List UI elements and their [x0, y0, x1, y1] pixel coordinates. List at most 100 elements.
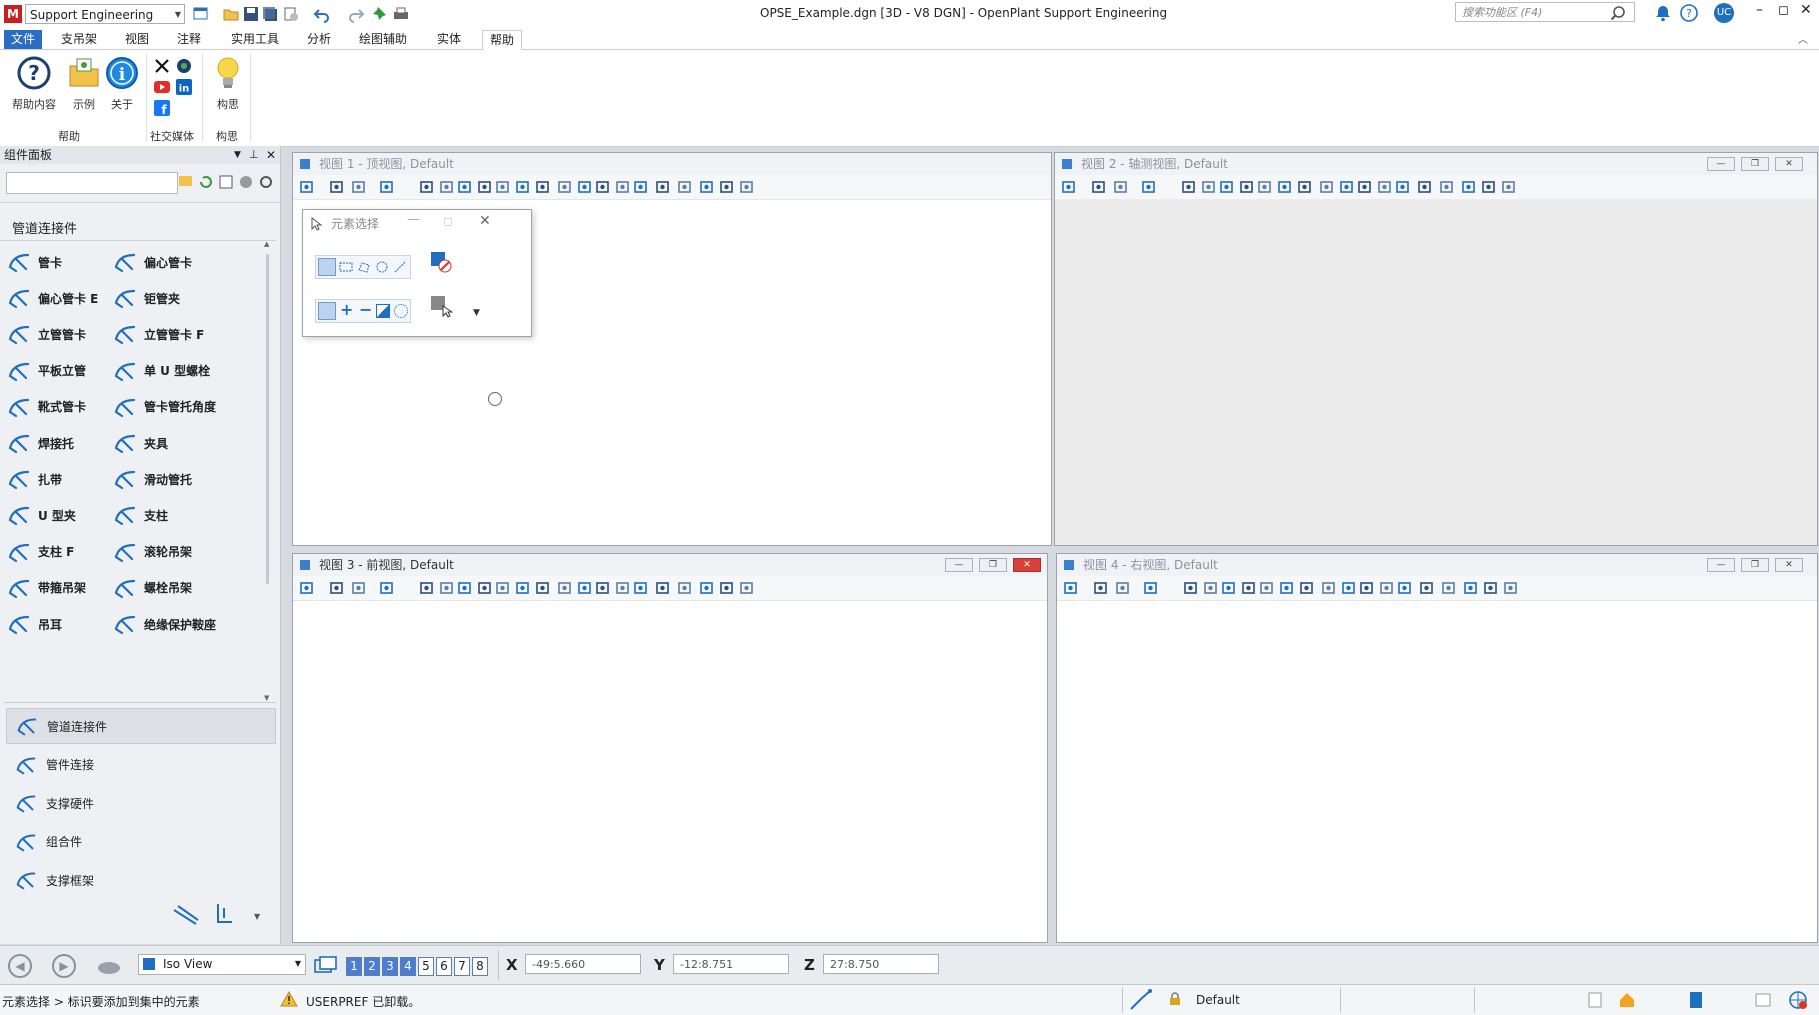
menu-solids[interactable]: 实体: [430, 30, 468, 49]
display-icon[interactable]: [1754, 991, 1772, 1009]
clip-volume-icon[interactable]: [419, 179, 435, 195]
youtube-icon[interactable]: [154, 80, 170, 94]
individual-select-button[interactable]: [318, 258, 336, 276]
panel-menu-icon[interactable]: ▼: [234, 146, 241, 164]
workspace-selector[interactable]: Support Engineering ▼: [25, 4, 185, 24]
view-attributes-icon[interactable]: [1061, 179, 1077, 195]
walk-icon[interactable]: [1321, 580, 1337, 596]
examples-button[interactable]: 示例: [64, 56, 104, 112]
view-rotate-icon[interactable]: [1143, 580, 1159, 596]
menu-analysis[interactable]: 分析: [300, 30, 338, 49]
clip-icon[interactable]: [677, 179, 693, 195]
lighting-icon[interactable]: [1115, 580, 1131, 596]
clip-volume-icon[interactable]: [1181, 179, 1197, 195]
component-item[interactable]: 滚轮吊架: [112, 534, 236, 570]
search-icon[interactable]: [1610, 5, 1626, 21]
next-view-icon[interactable]: [595, 179, 611, 195]
menu-annotate[interactable]: 注释: [170, 30, 208, 49]
support-place-icon[interactable]: [210, 902, 236, 928]
compress-icon[interactable]: [282, 5, 300, 23]
view-left-icon[interactable]: [1397, 580, 1413, 596]
view-3-window[interactable]: 视图 3 - 前视图, Default — ❐ ✕: [292, 553, 1048, 943]
filter-icon[interactable]: [699, 179, 715, 195]
component-item[interactable]: 立管管卡 F: [112, 316, 236, 352]
expand-dialog-icon[interactable]: ▼: [473, 308, 480, 318]
accudraw-icon[interactable]: [1128, 987, 1154, 1013]
category-item[interactable]: 支撑硬件: [6, 785, 276, 821]
menu-help[interactable]: 帮助: [482, 30, 523, 50]
view-2-minimize-button[interactable]: —: [1707, 157, 1735, 171]
save-all-icon[interactable]: [262, 5, 280, 23]
element-selection-dialog[interactable]: 元素选择 — ◻ ✕ + − ▼: [302, 209, 532, 337]
view-number-button[interactable]: 1: [346, 957, 362, 976]
app-logo[interactable]: M: [4, 5, 22, 23]
previous-view-icon[interactable]: [577, 179, 593, 195]
circle-select-icon[interactable]: [375, 260, 389, 274]
view-rotate-icon[interactable]: [379, 580, 395, 596]
new-view-icon[interactable]: [192, 5, 210, 23]
display-style-icon[interactable]: [329, 179, 345, 195]
category-item[interactable]: 管道连接件: [6, 708, 276, 744]
open-folder-icon[interactable]: [222, 5, 240, 23]
zoom-in-icon[interactable]: [1203, 580, 1219, 596]
view-number-button[interactable]: 6: [436, 957, 452, 976]
clip-icon[interactable]: [677, 580, 693, 596]
close-window-button[interactable]: ✕: [1800, 2, 1812, 18]
view-right-icon[interactable]: [1417, 179, 1433, 195]
sheet-icon[interactable]: [1586, 991, 1604, 1009]
print-icon[interactable]: [392, 5, 410, 23]
view-groups-icon[interactable]: [314, 956, 338, 976]
view-left-icon[interactable]: [1395, 179, 1411, 195]
x-icon[interactable]: [154, 58, 170, 74]
model-icon[interactable]: [1688, 990, 1704, 1010]
filter-icon[interactable]: [1461, 179, 1477, 195]
view-4-minimize-button[interactable]: —: [1707, 558, 1735, 572]
previous-view-icon[interactable]: [1341, 580, 1357, 596]
ribbon-search-input[interactable]: 搜索功能区 (F4): [1455, 2, 1635, 22]
attachment-icon[interactable]: [739, 580, 755, 596]
panel-search-input[interactable]: [6, 172, 178, 194]
zoom-in-icon[interactable]: [439, 580, 455, 596]
grid-scrollbar[interactable]: ▲ ▼: [264, 240, 271, 702]
view-number-button[interactable]: 5: [418, 957, 434, 976]
component-item[interactable]: 管卡管托角度: [112, 389, 236, 425]
view-2-restore-button[interactable]: ❐: [1741, 157, 1769, 171]
component-item[interactable]: 钜管夹: [112, 280, 236, 316]
subtract-selection-icon[interactable]: −: [359, 300, 372, 319]
pan-view-icon[interactable]: [1297, 179, 1313, 195]
clip-icon[interactable]: [1439, 179, 1455, 195]
new-selection-button[interactable]: [318, 302, 336, 320]
help-icon[interactable]: ?: [1680, 4, 1698, 22]
fit-view-icon[interactable]: [495, 179, 511, 195]
line-select-icon[interactable]: [393, 260, 407, 274]
dialog-close-button[interactable]: ✕: [479, 213, 491, 229]
rotate-view-icon[interactable]: [515, 580, 531, 596]
shape-select-icon[interactable]: [357, 260, 371, 274]
view-right-icon[interactable]: [1419, 580, 1435, 596]
list-icon[interactable]: [218, 174, 234, 190]
display-style-icon[interactable]: [1093, 580, 1109, 596]
zoom-out-icon[interactable]: [457, 580, 473, 596]
component-item[interactable]: 绝缘保护鞍座: [112, 606, 236, 642]
rotate-view-icon[interactable]: [515, 179, 531, 195]
ideas-button[interactable]: 构思: [210, 56, 246, 112]
component-item[interactable]: 单 U 型螺栓: [112, 353, 236, 389]
view-4-restore-button[interactable]: ❐: [1741, 558, 1769, 572]
next-view-icon[interactable]: [595, 580, 611, 596]
clip-volume-icon[interactable]: [419, 580, 435, 596]
close-panel-icon[interactable]: ✕: [266, 146, 276, 164]
cut-icon[interactable]: [719, 580, 735, 596]
help-content-button[interactable]: ? 帮助内容: [8, 56, 60, 112]
view-2-window[interactable]: 视图 2 - 轴测视图, Default — ❐ ✕: [1054, 152, 1818, 546]
walk-icon[interactable]: [557, 580, 573, 596]
menu-drawing-aids[interactable]: 绘图辅助: [352, 30, 414, 49]
view-3-restore-button[interactable]: ❐: [979, 558, 1007, 572]
stop-icon[interactable]: [238, 174, 254, 190]
category-item[interactable]: 支撑框架: [6, 862, 276, 898]
category-item[interactable]: 组合件: [6, 824, 276, 860]
window-area-icon[interactable]: [477, 179, 493, 195]
clip-icon[interactable]: [1441, 580, 1457, 596]
view-left-icon[interactable]: [633, 580, 649, 596]
view-right-icon[interactable]: [655, 179, 671, 195]
display-style-icon[interactable]: [1091, 179, 1107, 195]
